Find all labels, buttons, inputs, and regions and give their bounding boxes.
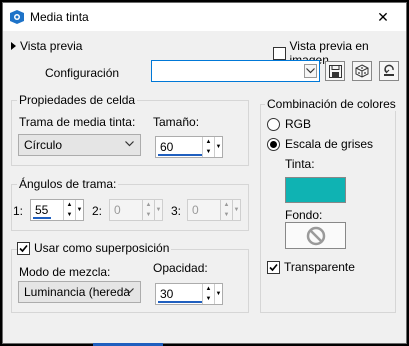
transparent-checkbox-box[interactable] xyxy=(267,260,280,274)
overlay-label: Usar como superposición xyxy=(34,241,170,255)
angle-2-stepper: ▲ ▼ xyxy=(142,200,154,220)
step-up-icon: ▲ xyxy=(145,202,152,208)
expand-triangle-icon xyxy=(11,42,16,50)
opacity-spinner[interactable]: 30 ▲ ▼ ▼ xyxy=(155,283,223,305)
grayscale-radio-button[interactable] xyxy=(267,137,280,151)
step-down-icon[interactable]: ▼ xyxy=(203,294,214,304)
window-title: Media tinta xyxy=(30,10,89,24)
angle-2-spinner: 0 ▲ ▼ ▼ xyxy=(109,199,163,221)
title-bar: Media tinta ✕ xyxy=(3,3,406,31)
chevron-down-icon xyxy=(125,141,134,147)
grayscale-label: Escala de grises xyxy=(285,137,374,151)
angle-3-value: 0 xyxy=(192,203,199,217)
close-button[interactable]: ✕ xyxy=(360,3,406,31)
rgb-radio-button[interactable] xyxy=(267,117,280,131)
preview-on-image-box[interactable] xyxy=(273,46,286,60)
blend-mode-label: Modo de mezcla: xyxy=(19,265,111,279)
step-up-icon[interactable]: ▲ xyxy=(64,200,75,210)
dice-icon xyxy=(355,64,369,78)
opacity-dropdown[interactable]: ▼ xyxy=(214,284,222,304)
step-down-icon: ▼ xyxy=(223,212,230,218)
angle-1-stepper[interactable]: ▲ ▼ xyxy=(63,200,75,220)
opacity-value[interactable]: 30 xyxy=(156,287,202,301)
angle-3-stepper: ▲ ▼ xyxy=(220,200,232,220)
angle-2-dropdown: ▼ xyxy=(154,200,162,220)
angles-title: Ángulos de trama: xyxy=(17,177,119,191)
angle-1-spinner[interactable]: 55 ▲ ▼ ▼ xyxy=(30,199,84,221)
angle-3-dropdown: ▼ xyxy=(232,200,240,220)
color-scheme-group xyxy=(260,104,396,313)
size-value[interactable]: 60 xyxy=(156,140,202,154)
blend-mode-select[interactable]: Luminancia (hereda xyxy=(18,281,141,303)
overlay-checkbox-box[interactable] xyxy=(17,241,30,255)
cell-properties-title: Propiedades de celda xyxy=(17,93,138,107)
background-label: Fondo: xyxy=(285,208,323,222)
checkmark-icon xyxy=(19,244,28,252)
rgb-radio[interactable]: RGB xyxy=(267,117,311,131)
ink-label: Tinta: xyxy=(285,157,315,171)
angle-3-label: 3: xyxy=(171,204,182,218)
transparent-checkbox[interactable]: Transparente xyxy=(267,260,355,274)
save-icon xyxy=(328,64,342,78)
reset-icon xyxy=(384,64,394,76)
pattern-select[interactable]: Círculo xyxy=(18,134,141,156)
angle-3-spinner: 0 ▲ ▼ ▼ xyxy=(187,199,241,221)
color-scheme-title: Combinación de colores xyxy=(265,97,398,111)
opacity-label: Opacidad: xyxy=(153,261,208,275)
config-label: Configuración xyxy=(45,66,120,80)
step-down-icon[interactable]: ▼ xyxy=(64,210,75,220)
angle-1-value[interactable]: 55 xyxy=(31,203,63,217)
size-dropdown[interactable]: ▼ xyxy=(214,137,222,157)
size-stepper[interactable]: ▲ ▼ xyxy=(202,137,214,157)
step-up-icon[interactable]: ▲ xyxy=(203,137,214,147)
overlay-checkbox[interactable]: Usar como superposición xyxy=(17,241,172,255)
config-dropdown-arrow[interactable] xyxy=(304,64,317,78)
chevron-down-icon xyxy=(306,68,315,74)
pattern-label: Trama de media tinta: xyxy=(19,115,136,129)
focus-underline xyxy=(158,154,202,156)
chevron-down-icon xyxy=(125,288,134,294)
step-up-icon[interactable]: ▲ xyxy=(203,284,214,294)
grayscale-radio[interactable]: Escala de grises xyxy=(267,137,373,151)
size-spinner[interactable]: 60 ▲ ▼ ▼ xyxy=(155,136,223,158)
checkmark-icon xyxy=(269,263,278,271)
angle-2-label: 2: xyxy=(92,204,103,218)
preview-toggle-label: Vista previa xyxy=(20,39,83,53)
focus-underline xyxy=(33,217,51,219)
angle-2-value: 0 xyxy=(114,203,121,217)
rgb-label: RGB xyxy=(285,117,312,131)
opacity-stepper[interactable]: ▲ ▼ xyxy=(202,284,214,304)
size-label: Tamaño: xyxy=(153,115,200,129)
config-select[interactable] xyxy=(151,60,320,82)
angle-1-label: 1: xyxy=(13,204,24,218)
reset-button[interactable] xyxy=(379,61,399,81)
focus-underline xyxy=(158,301,202,303)
angle-1-dropdown[interactable]: ▼ xyxy=(75,200,83,220)
step-up-icon: ▲ xyxy=(223,202,230,208)
ink-color-swatch[interactable] xyxy=(285,177,346,203)
pattern-value: Círculo xyxy=(24,138,63,152)
app-icon xyxy=(10,10,24,24)
step-down-icon: ▼ xyxy=(145,212,152,218)
preview-toggle[interactable]: Vista previa xyxy=(11,39,82,53)
blend-mode-value: Luminancia (hereda xyxy=(24,285,131,299)
step-down-icon[interactable]: ▼ xyxy=(203,147,214,157)
halftone-dialog: Media tinta ✕ Vista previa Vista previa … xyxy=(2,2,407,346)
background-color-swatch[interactable] xyxy=(285,222,346,249)
no-color-icon xyxy=(306,226,325,245)
randomize-button[interactable] xyxy=(352,61,372,81)
transparent-label: Transparente xyxy=(284,260,355,274)
save-preset-button[interactable] xyxy=(325,61,345,81)
close-icon: ✕ xyxy=(377,8,389,25)
